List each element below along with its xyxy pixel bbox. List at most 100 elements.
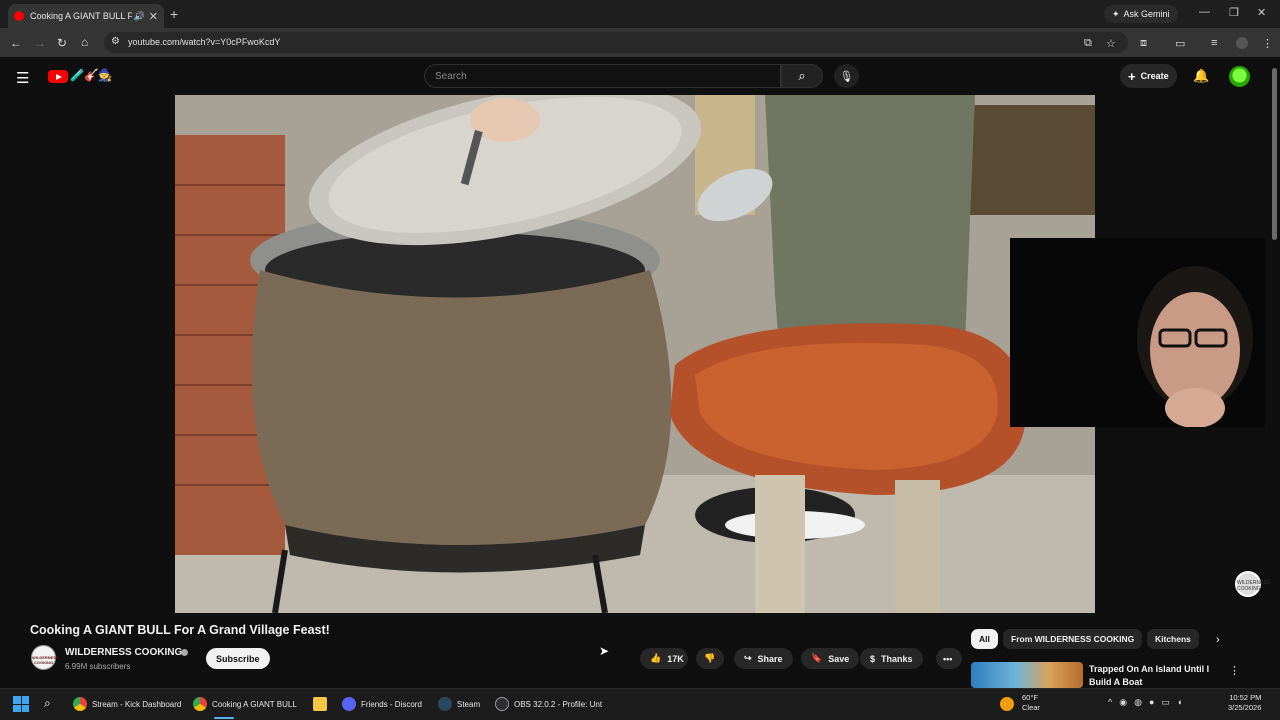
voice-search-button[interactable]: 🎙 <box>834 64 859 88</box>
forward-icon[interactable]: → <box>34 36 46 50</box>
maximize-button[interactable]: ❐ <box>1229 6 1239 19</box>
discord-icon <box>342 697 356 711</box>
scrollbar-thumb[interactable] <box>1272 68 1277 240</box>
minimize-button[interactable]: — <box>1199 6 1210 18</box>
chevron-right-icon[interactable]: › <box>1216 634 1220 646</box>
folder-icon <box>313 697 327 711</box>
taskbar-item-kick-dashboard[interactable]: Stream - Kick Dashboard <box>73 697 181 711</box>
webcam-image <box>1010 238 1265 427</box>
search-icon: ⌕ <box>798 68 806 83</box>
recommendation-menu-icon[interactable]: ⋮ <box>1229 664 1240 677</box>
channel-name[interactable]: WILDERNESS COOKING <box>65 647 182 658</box>
taskbar-item-label: Friends - Discord <box>361 699 422 709</box>
network-icon[interactable]: ◍ <box>1134 697 1149 707</box>
notifications-bell-icon[interactable]: 🔔 <box>1193 68 1209 84</box>
channel-watermark[interactable]: WILDERNESS COOKING <box>1235 571 1270 597</box>
cast-icon[interactable]: ▭ <box>1175 37 1185 50</box>
mouse-cursor-icon: ➤ <box>599 644 610 658</box>
video-title: Cooking A GIANT BULL For A Grand Village… <box>30 623 330 637</box>
chrome-icon <box>73 697 87 711</box>
taskbar-item-obs[interactable]: OBS 32.0.2 - Profile: Unt <box>495 697 602 711</box>
search-input[interactable]: Search <box>424 64 781 88</box>
browser-tab-active[interactable]: Cooking A GIANT BULL For 🔊 ✕ <box>8 4 164 28</box>
tray-chevron-icon[interactable]: ^ <box>1108 697 1119 707</box>
profile-icon[interactable] <box>1236 37 1248 49</box>
steam-icon <box>438 697 452 711</box>
display-icon[interactable]: ▭ <box>1161 697 1177 707</box>
extensions-icon[interactable]: ⧈ <box>1140 37 1147 50</box>
subscriber-count: 6.99M subscribers <box>65 662 131 671</box>
share-label: Share <box>757 653 783 664</box>
taskbar-item-discord[interactable]: Friends - Discord <box>342 697 422 711</box>
search-button[interactable]: ⌕ <box>781 64 823 88</box>
new-tab-button[interactable]: + <box>170 6 178 22</box>
clock-time: 10:52 PM <box>1229 693 1262 702</box>
share-button[interactable]: ↪ Share <box>734 648 793 669</box>
thumbs-down-icon: 👎 <box>704 653 716 663</box>
recommendation-thumbnail[interactable] <box>971 662 1083 688</box>
weather-temp: 60°F <box>1022 693 1038 702</box>
more-actions-button[interactable]: ••• <box>936 648 962 669</box>
install-app-icon[interactable]: ⧉ <box>1084 37 1092 50</box>
taskbar-item-label: OBS 32.0.2 - Profile: Unt <box>514 699 603 709</box>
bookmark-star-icon[interactable]: ☆ <box>1106 37 1116 50</box>
save-button[interactable]: 🔖 Save <box>801 648 860 669</box>
weather-desc: Clear <box>1022 703 1040 712</box>
bookmark-icon: 🔖 <box>811 653 823 663</box>
media-control-icon[interactable]: ≡ <box>1211 37 1217 49</box>
youtube-doodle-icon[interactable]: 🧪🎸🧙 <box>70 68 113 82</box>
thanks-icon: $ <box>870 653 876 664</box>
ask-gemini-button[interactable]: ✦ Ask Gemini <box>1104 5 1178 23</box>
taskbar-item-youtube-tab[interactable]: Cooking A GIANT BULL <box>193 697 297 711</box>
like-button[interactable]: 👍 17K <box>640 648 688 669</box>
gemini-sparkle-icon: ✦ <box>1112 8 1120 19</box>
hamburger-menu-icon[interactable]: ☰ <box>16 69 29 87</box>
plus-icon: + <box>1128 68 1136 84</box>
home-icon[interactable]: ⌂ <box>81 35 88 49</box>
taskbar-search-icon[interactable]: ⌕ <box>44 696 51 711</box>
speaker-icon[interactable]: 🔊 <box>134 11 145 22</box>
url-text[interactable]: youtube.com/watch?v=Y0cPFwoKcdY <box>128 37 280 47</box>
tab-close-icon[interactable]: ✕ <box>149 10 158 23</box>
thanks-button[interactable]: $ Thanks <box>860 648 923 669</box>
youtube-logo-icon[interactable] <box>48 70 68 83</box>
dislike-button[interactable]: 👎 <box>696 648 724 669</box>
chip-from-channel[interactable]: From WILDERNESS COOKING <box>1003 629 1143 649</box>
system-tray[interactable]: ^◉◍●▭◖ <box>1108 697 1189 708</box>
site-info-icon[interactable]: ⚙ <box>111 36 120 47</box>
weather-widget[interactable]: 60°F Clear <box>1004 693 1040 713</box>
thumbs-up-icon: 👍 <box>650 653 662 663</box>
reload-icon[interactable]: ↻ <box>57 36 67 50</box>
chip-all[interactable]: All <box>971 629 998 649</box>
youtube-favicon-icon <box>14 11 24 21</box>
microphone-icon: 🎙 <box>839 70 854 83</box>
video-frame-image <box>175 95 1095 613</box>
clock-date: 3/25/2026 <box>1228 703 1262 712</box>
recommendation-title[interactable]: Trapped On An Island Until I Build A Boa… <box>1089 663 1219 689</box>
tab-title: Cooking A GIANT BULL For <box>30 11 132 21</box>
ask-gemini-label: Ask Gemini <box>1123 9 1170 19</box>
chip-kitchens[interactable]: Kitchens <box>1147 629 1199 649</box>
video-player[interactable] <box>175 95 1095 613</box>
taskbar-item-file-explorer[interactable] <box>313 697 327 711</box>
subscribe-button[interactable]: Subscribe <box>206 648 270 669</box>
create-button[interactable]: + Create <box>1120 64 1177 88</box>
back-icon[interactable]: ← <box>10 36 22 50</box>
active-window-indicator <box>214 717 234 719</box>
system-clock[interactable]: 10:52 PM 3/25/2026 <box>1228 693 1261 713</box>
user-avatar[interactable] <box>1229 66 1250 87</box>
channel-avatar[interactable]: WILDERNESS COOKING <box>31 645 59 670</box>
windows-start-icon[interactable] <box>13 696 29 712</box>
more-menu-icon[interactable]: ⋮ <box>1262 37 1273 50</box>
taskbar-item-label: Cooking A GIANT BULL <box>212 699 297 709</box>
close-window-button[interactable]: ✕ <box>1257 6 1266 19</box>
volume-icon[interactable]: ◖ <box>1177 697 1189 707</box>
taskbar-item-label: Stream - Kick Dashboard <box>92 699 182 709</box>
discord-tray-icon[interactable]: ◉ <box>1119 697 1134 707</box>
taskbar-item-steam[interactable]: Steam <box>438 697 480 711</box>
browser-tab-strip <box>0 0 1280 28</box>
save-label: Save <box>828 653 850 664</box>
like-count: 17K <box>667 653 684 664</box>
mic-tray-icon[interactable]: ● <box>1149 697 1161 707</box>
verified-badge-icon <box>181 649 188 656</box>
